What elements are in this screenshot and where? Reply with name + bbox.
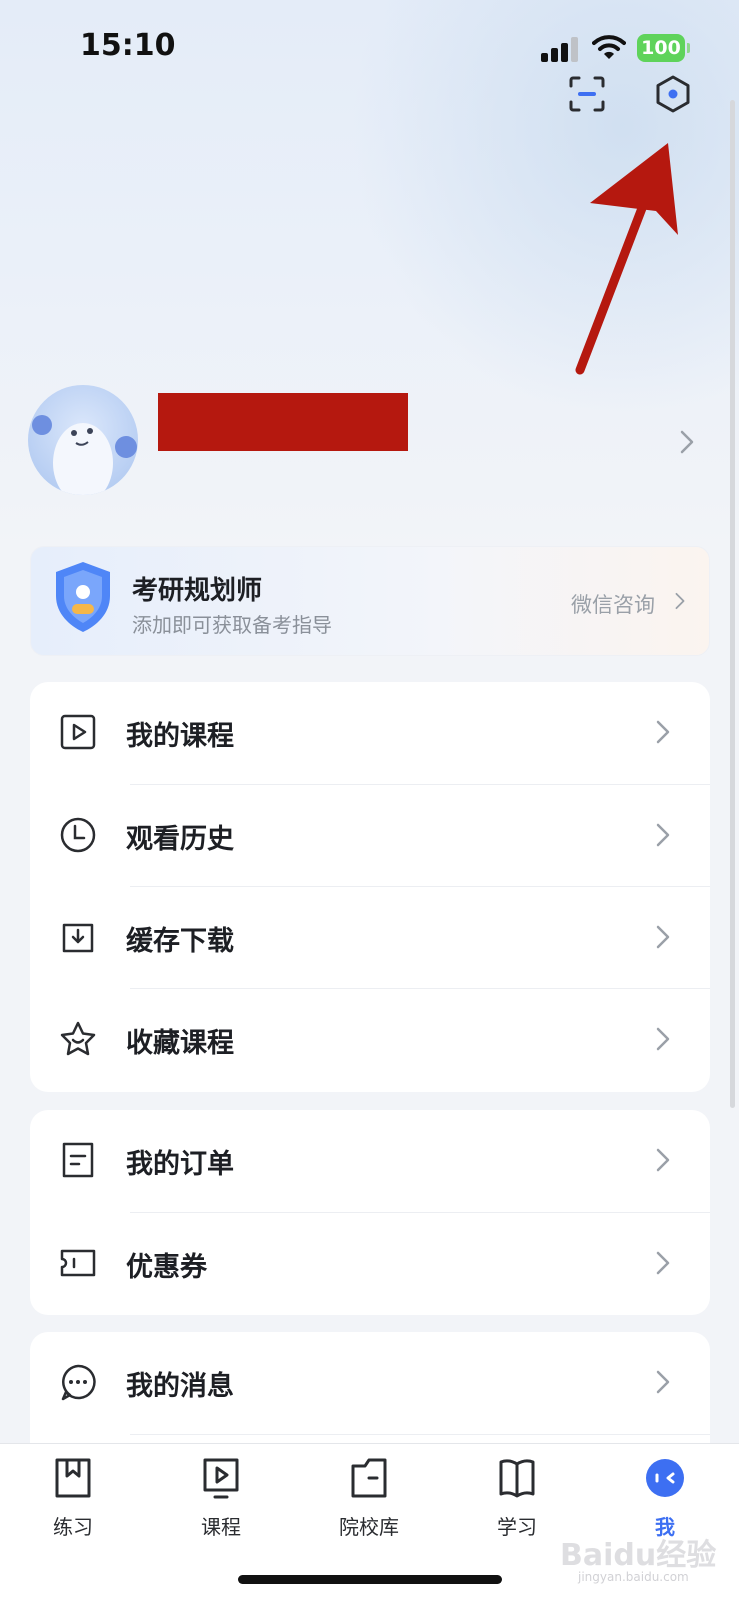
cellular-signal-icon [541, 36, 579, 62]
chevron-right-icon [656, 1370, 670, 1394]
tab-label: 练习 [53, 1515, 93, 1539]
menu-item-label: 我的订单 [126, 1149, 234, 1180]
tab-label: 学习 [497, 1515, 537, 1539]
mascot-icon [32, 415, 137, 495]
menu-item-label: 我的消息 [126, 1371, 234, 1402]
chevron-right-icon [656, 1251, 670, 1275]
star-icon [60, 1021, 96, 1056]
planner-subtitle: 添加即可获取备考指导 [132, 613, 332, 637]
chevron-right-icon [656, 1148, 670, 1172]
menu-item-my-messages[interactable]: 我的消息 [30, 1332, 710, 1432]
home-indicator[interactable] [238, 1575, 502, 1584]
scrollbar[interactable] [730, 100, 735, 1108]
avatar[interactable] [28, 385, 138, 495]
menu-item-my-courses[interactable]: 我的课程 [30, 682, 710, 782]
annotation-arrow [575, 143, 678, 375]
tab-study[interactable]: 学习 [462, 1456, 572, 1546]
menu-item-downloads[interactable]: 缓存下载 [30, 887, 710, 987]
battery-indicator: 100 [637, 34, 690, 62]
menu-item-label: 观看历史 [126, 824, 234, 855]
planner-title: 考研规划师 [132, 576, 263, 606]
chevron-right-icon [656, 1027, 670, 1051]
tab-practice[interactable]: 练习 [18, 1456, 128, 1546]
menu-item-coupons[interactable]: 优惠券 [30, 1213, 710, 1313]
play-screen-icon [203, 1458, 239, 1499]
chevron-right-icon [656, 720, 670, 744]
profile-name-redacted [158, 393, 408, 451]
wifi-icon [592, 35, 626, 59]
menu-item-watch-history[interactable]: 观看历史 [30, 785, 710, 885]
menu-item-favorite-courses[interactable]: 收藏课程 [30, 989, 710, 1089]
menu-item-label: 我的课程 [126, 721, 234, 752]
wechat-consult-link[interactable]: 微信咨询 [571, 589, 655, 619]
chevron-right-icon[interactable] [680, 430, 694, 454]
chevron-right-icon [656, 823, 670, 847]
chevron-right-icon [656, 925, 670, 949]
settings-icon[interactable] [653, 74, 693, 114]
menu-card-orders: 我的订单 优惠券 [30, 1110, 710, 1315]
open-book-icon [499, 1459, 535, 1498]
shield-icon [56, 562, 110, 632]
menu-card-courses: 我的课程 观看历史 缓存下载 收藏课程 [30, 682, 710, 1092]
order-icon [62, 1142, 94, 1178]
clock-icon [60, 817, 96, 853]
status-bar: 15:10 100 [0, 0, 739, 100]
tab-schools[interactable]: 院校库 [314, 1456, 424, 1546]
download-icon [62, 923, 94, 953]
tab-courses[interactable]: 课程 [166, 1456, 276, 1546]
divider [130, 1434, 710, 1435]
folder-icon [351, 1458, 387, 1498]
menu-item-my-orders[interactable]: 我的订单 [30, 1110, 710, 1210]
menu-item-label: 优惠券 [126, 1252, 207, 1283]
status-time: 15:10 [80, 28, 176, 63]
message-icon [61, 1364, 96, 1401]
chevron-right-icon [675, 592, 685, 610]
coupon-icon [60, 1249, 96, 1277]
watermark-url: jingyan.baidu.com [578, 1570, 689, 1584]
menu-item-label: 收藏课程 [126, 1028, 234, 1059]
play-square-icon [60, 714, 96, 750]
menu-item-label: 缓存下载 [126, 926, 234, 957]
scan-icon[interactable] [567, 74, 607, 114]
profile-face-icon [646, 1459, 684, 1497]
tab-label: 课程 [201, 1515, 241, 1539]
watermark: Baidu经验 [560, 1538, 717, 1573]
tab-label: 院校库 [339, 1515, 399, 1539]
bookmark-book-icon [55, 1458, 91, 1498]
